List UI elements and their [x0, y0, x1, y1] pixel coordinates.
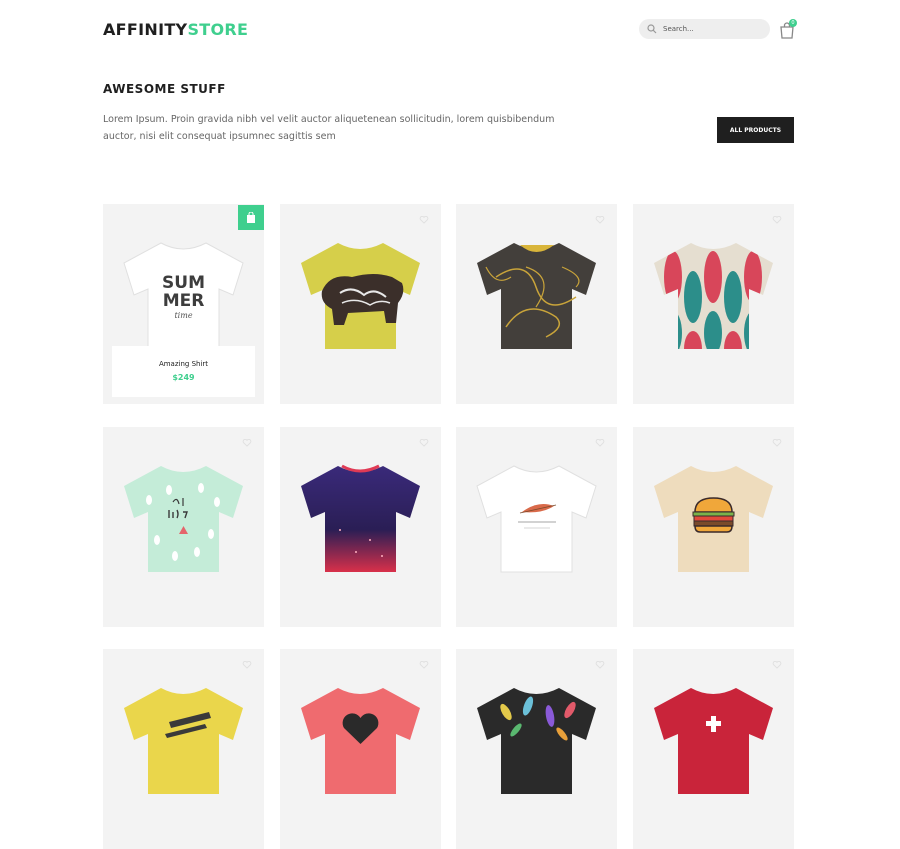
- tshirt-image: [477, 243, 596, 349]
- tshirt-body: [301, 466, 420, 572]
- product-card[interactable]: [456, 649, 617, 849]
- heart-icon[interactable]: [595, 216, 605, 224]
- product-card[interactable]: [456, 427, 617, 627]
- tshirt-image: [301, 464, 420, 572]
- logo-text-store: STORE: [187, 20, 249, 39]
- heart-icon[interactable]: [242, 439, 252, 447]
- tshirt-body: [124, 688, 243, 794]
- heart-icon[interactable]: [772, 661, 782, 669]
- store-logo[interactable]: AFFINITYSTORE: [103, 20, 248, 39]
- add-to-cart-button[interactable]: [238, 205, 264, 230]
- tshirt-image: [477, 688, 596, 794]
- heart-icon[interactable]: [419, 439, 429, 447]
- product-card[interactable]: [633, 204, 794, 404]
- tshirt-body: [124, 466, 243, 572]
- tshirt-image: [654, 466, 773, 572]
- tshirt-image: [124, 688, 243, 794]
- tshirt-body: [654, 688, 773, 794]
- heart-icon[interactable]: [595, 439, 605, 447]
- tshirt-image: [654, 243, 773, 349]
- tshirt-body: [477, 688, 596, 794]
- tshirt-image: [301, 688, 420, 794]
- tshirt-body: [476, 465, 597, 573]
- search-bar[interactable]: [639, 19, 770, 39]
- heart-icon[interactable]: [242, 661, 252, 669]
- product-card[interactable]: [633, 427, 794, 627]
- all-products-button[interactable]: ALL PRODUCTS: [717, 117, 794, 143]
- heart-icon[interactable]: [595, 661, 605, 669]
- product-card[interactable]: [280, 204, 441, 404]
- section-title: AWESOME STUFF: [103, 82, 226, 96]
- tshirt-image: SUM MER time: [123, 242, 244, 350]
- tshirt-image: [301, 243, 420, 349]
- cart-button[interactable]: 0: [779, 19, 797, 39]
- print-text-time: time: [174, 311, 192, 320]
- product-name: Amazing Shirt: [158, 360, 209, 368]
- cart-count-badge: 0: [789, 19, 797, 27]
- logo-text-affinity: AFFINITY: [103, 20, 188, 39]
- heart-icon[interactable]: [772, 439, 782, 447]
- tshirt-image: [654, 688, 773, 794]
- product-card[interactable]: [280, 427, 441, 627]
- heart-icon[interactable]: [419, 216, 429, 224]
- product-card[interactable]: SUM MER time Amazing Shirt $249: [103, 204, 264, 404]
- print-text-mer: MER: [163, 291, 205, 311]
- heart-icon[interactable]: [419, 661, 429, 669]
- product-card[interactable]: [103, 649, 264, 849]
- shopping-bag-icon: [247, 211, 255, 223]
- product-card[interactable]: [103, 427, 264, 627]
- tshirt-image: [476, 465, 597, 573]
- product-card[interactable]: [456, 204, 617, 404]
- tshirt-image: [124, 466, 243, 572]
- product-card[interactable]: [633, 649, 794, 849]
- tshirt-body: [477, 243, 596, 349]
- search-input[interactable]: [663, 22, 763, 36]
- product-card[interactable]: [280, 649, 441, 849]
- product-price: $249: [172, 373, 195, 382]
- product-grid: SUM MER time Amazing Shirt $249: [103, 204, 794, 849]
- heart-icon[interactable]: [772, 216, 782, 224]
- section-description: Lorem Ipsum. Proin gravida nibh vel veli…: [103, 114, 555, 142]
- product-info-panel: Amazing Shirt $249: [112, 346, 255, 397]
- print-text-sum: SUM: [162, 273, 205, 293]
- search-icon: [647, 24, 657, 34]
